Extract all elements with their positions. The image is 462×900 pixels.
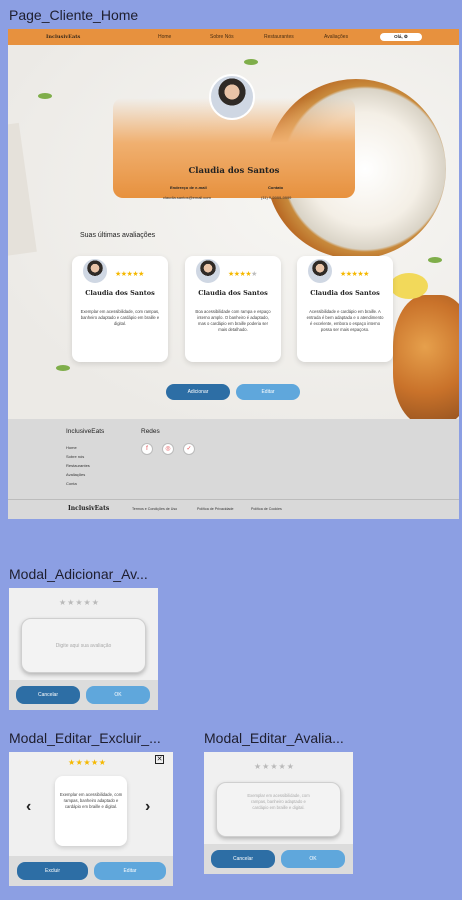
review-text: Boa acessibilidade com rampa e espaço in…: [195, 309, 271, 332]
top-navbar: InclusivEats Home Sobre Nós Restaurantes…: [8, 29, 459, 45]
user-menu-button[interactable]: Olá, ⚙: [380, 33, 422, 41]
cancel-button[interactable]: Cancelar: [16, 686, 80, 704]
footer-brand: InclusiveEats: [66, 428, 105, 435]
frame-label-add-modal: Modal_Adicionar_Av...: [9, 566, 148, 582]
rating-stars-input[interactable]: ★★★★★: [254, 762, 295, 771]
review-author: Claudia dos Santos: [85, 289, 155, 297]
cancel-button[interactable]: Cancelar: [211, 850, 275, 868]
rating-stars: ★★★★★: [115, 271, 144, 278]
review-text: Acessibilidade e cardápio em braille. A …: [306, 309, 384, 332]
email-value: claudia.santos@email.com: [163, 195, 211, 200]
modal-footer: Excluir Editar: [9, 856, 173, 886]
edit-delete-review-modal: ★★★★★ ✕ ‹ Exemplar em acessibilidade, co…: [9, 752, 173, 886]
nav-item-reviews[interactable]: Avaliações: [324, 34, 348, 40]
footer-legal-privacy[interactable]: Política de Privacidade: [197, 507, 234, 511]
rating-stars-input[interactable]: ★★★★★: [59, 598, 100, 607]
cutting-board-image: [8, 122, 37, 258]
contact-label: Contato: [268, 185, 284, 190]
footer-legal-terms[interactable]: Termos e Condições de Uso: [132, 507, 177, 511]
footer-logo: InclusivEats: [68, 505, 110, 512]
email-label: Endereço de e-mail: [170, 185, 207, 190]
footer-link-home[interactable]: Home: [66, 445, 77, 450]
close-icon[interactable]: ✕: [155, 755, 164, 764]
footer-link-about[interactable]: Sobre nós: [66, 454, 84, 459]
ok-button[interactable]: OK: [86, 686, 150, 704]
review-card[interactable]: ★★★★★ Claudia dos Santos Exemplar em ace…: [72, 256, 168, 362]
avatar: [307, 258, 333, 284]
modal-footer: Cancelar OK: [9, 680, 158, 710]
avatar: [209, 74, 255, 120]
facebook-icon[interactable]: f: [141, 443, 153, 455]
footer: InclusiveEats Home Sobre nós Restaurante…: [8, 419, 459, 519]
review-text-input[interactable]: Exemplar em acessibilidade, com rampas, …: [216, 782, 341, 837]
edit-review-button[interactable]: Editar: [236, 384, 300, 400]
frame-label-edit-delete-modal: Modal_Editar_Excluir_...: [9, 730, 161, 746]
footer-legal-cookies[interactable]: Política de Cookies: [251, 507, 282, 511]
review-card[interactable]: ★★★★★ Claudia dos Santos Acessibilidade …: [297, 256, 393, 362]
avatar: [82, 258, 108, 284]
edit-review-modal: ★★★★★ Exemplar em acessibilidade, com ra…: [204, 752, 353, 874]
footer-divider: [8, 499, 459, 500]
footer-link-reviews[interactable]: Avaliações: [66, 472, 85, 477]
chevron-left-icon[interactable]: ‹: [26, 798, 31, 816]
nav-logo[interactable]: InclusivEats: [46, 34, 80, 40]
frame-label-home: Page_Cliente_Home: [9, 7, 139, 23]
nav-item-home[interactable]: Home: [158, 34, 171, 40]
contact-value: (11) 9.9999-9999: [261, 195, 292, 200]
rating-stars: ★★★★★: [340, 271, 369, 278]
nav-item-restaurants[interactable]: Restaurantes: [264, 34, 294, 40]
chevron-right-icon[interactable]: ›: [145, 798, 150, 816]
review-author: Claudia dos Santos: [310, 289, 380, 297]
review-card[interactable]: ★★★★★ Claudia dos Santos Boa acessibilid…: [185, 256, 281, 362]
leaf-decoration: [56, 365, 70, 371]
review-text: Exemplar em acessibilidade, com rampas, …: [59, 792, 123, 809]
rating-stars: ★★★★★: [68, 758, 107, 767]
leaf-decoration: [428, 257, 442, 263]
social-title: Redes: [141, 428, 160, 435]
footer-link-restaurants[interactable]: Restaurantes: [66, 463, 90, 468]
reviews-title: Suas últimas avaliações: [80, 232, 156, 239]
nav-item-about[interactable]: Sobre Nós: [210, 34, 234, 40]
profile-name: Claudia dos Santos: [188, 166, 280, 176]
review-text: Exemplar em acessibilidade, com rampas, …: [80, 309, 160, 326]
frame-label-edit-modal: Modal_Editar_Avalia...: [204, 730, 344, 746]
edit-button[interactable]: Editar: [94, 862, 166, 880]
instagram-icon[interactable]: ◎: [162, 443, 174, 455]
add-review-button[interactable]: Adicionar: [166, 384, 230, 400]
ok-button[interactable]: OK: [281, 850, 345, 868]
rating-stars: ★★★★★: [228, 271, 257, 278]
client-home-page: InclusivEats Home Sobre Nós Restaurantes…: [8, 29, 459, 519]
food-side-image: [393, 295, 459, 425]
review-text-input[interactable]: Digite aqui sua avaliação: [21, 618, 146, 673]
review-author: Claudia dos Santos: [198, 289, 268, 297]
footer-link-account[interactable]: Conta: [66, 481, 77, 486]
review-preview-card: Exemplar em acessibilidade, com rampas, …: [55, 776, 127, 846]
lemon-image: [390, 273, 428, 299]
delete-button[interactable]: Excluir: [17, 862, 88, 880]
leaf-decoration: [38, 93, 52, 99]
twitter-icon[interactable]: ✓: [183, 443, 195, 455]
review-text-value: Exemplar em acessibilidade, com rampas, …: [247, 793, 310, 810]
modal-footer: Cancelar OK: [204, 844, 353, 874]
leaf-decoration: [244, 59, 258, 65]
avatar: [195, 258, 221, 284]
add-review-modal: ★★★★★ Digite aqui sua avaliação Cancelar…: [9, 588, 158, 710]
